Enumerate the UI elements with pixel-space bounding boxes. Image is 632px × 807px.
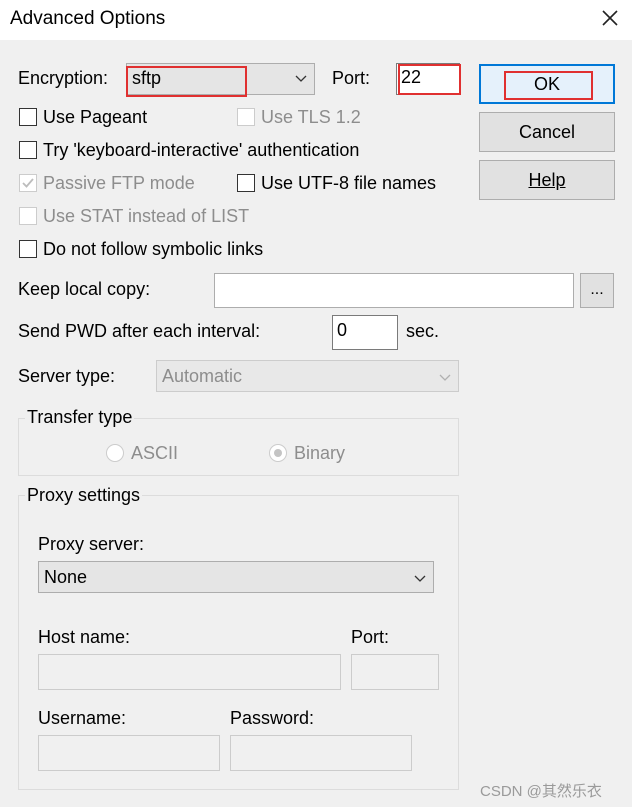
ok-button[interactable]: OK	[479, 64, 615, 104]
server-type-select[interactable]: Automatic	[156, 360, 459, 392]
proxy-server-label: Proxy server:	[38, 534, 145, 554]
encryption-label: Encryption:	[18, 68, 109, 88]
passive-ftp-label: Passive FTP mode	[43, 173, 195, 193]
port-label: Port:	[332, 68, 371, 88]
utf8-label: Use UTF-8 file names	[261, 173, 437, 193]
close-icon[interactable]	[598, 6, 622, 30]
keyboard-interactive-label: Try 'keyboard-interactive' authenticatio…	[43, 140, 360, 160]
proxy-port-input[interactable]	[351, 654, 439, 690]
send-pwd-input[interactable]: 0	[332, 315, 398, 350]
send-pwd-value: 0	[337, 320, 348, 340]
username-input[interactable]	[38, 735, 220, 771]
binary-label: Binary	[294, 443, 346, 463]
radio-selected-dot	[273, 448, 282, 457]
proxy-settings-title: Proxy settings	[25, 485, 143, 506]
ascii-label: ASCII	[131, 443, 179, 463]
binary-radio[interactable]	[269, 444, 287, 462]
port-value: 22	[401, 67, 422, 87]
checkmark-icon	[22, 178, 34, 188]
chevron-down-icon	[413, 570, 427, 584]
port-input[interactable]: 22	[396, 63, 460, 95]
encryption-select[interactable]: sftp	[126, 63, 315, 95]
window-title: Advanced Options	[10, 8, 166, 29]
keyboard-interactive-checkbox[interactable]	[19, 141, 37, 159]
use-stat-label: Use STAT instead of LIST	[43, 206, 250, 226]
proxy-server-value: None	[44, 567, 88, 587]
cancel-button[interactable]: Cancel	[479, 112, 615, 152]
no-symlinks-label: Do not follow symbolic links	[43, 239, 264, 259]
ascii-radio[interactable]	[106, 444, 124, 462]
browse-button[interactable]: ...	[580, 273, 614, 308]
use-stat-checkbox[interactable]	[19, 207, 37, 225]
keep-local-input[interactable]	[214, 273, 574, 308]
password-label: Password:	[230, 708, 315, 728]
send-pwd-label: Send PWD after each interval:	[18, 321, 261, 341]
transfer-type-title: Transfer type	[25, 407, 135, 428]
no-symlinks-checkbox[interactable]	[19, 240, 37, 258]
proxy-port-label: Port:	[351, 627, 390, 647]
keep-local-label: Keep local copy:	[18, 279, 151, 299]
server-type-label: Server type:	[18, 366, 116, 386]
use-pageant-label: Use Pageant	[43, 107, 148, 127]
username-label: Username:	[38, 708, 127, 728]
utf8-checkbox[interactable]	[237, 174, 255, 192]
use-tls-label: Use TLS 1.2	[261, 107, 361, 127]
use-pageant-checkbox[interactable]	[19, 108, 37, 126]
chevron-down-icon	[438, 369, 452, 383]
send-pwd-unit: sec.	[406, 321, 440, 341]
host-name-label: Host name:	[38, 627, 131, 647]
passive-ftp-checkbox[interactable]	[19, 174, 37, 192]
host-name-input[interactable]	[38, 654, 341, 690]
server-type-value: Automatic	[162, 366, 243, 386]
watermark-text: CSDN @其然乐衣	[480, 783, 602, 800]
chevron-down-icon	[294, 70, 308, 84]
password-input[interactable]	[230, 735, 412, 771]
help-button[interactable]: Help	[479, 160, 615, 200]
use-tls-checkbox[interactable]	[237, 108, 255, 126]
encryption-value: sftp	[132, 68, 162, 88]
proxy-server-select[interactable]: None	[38, 561, 434, 593]
